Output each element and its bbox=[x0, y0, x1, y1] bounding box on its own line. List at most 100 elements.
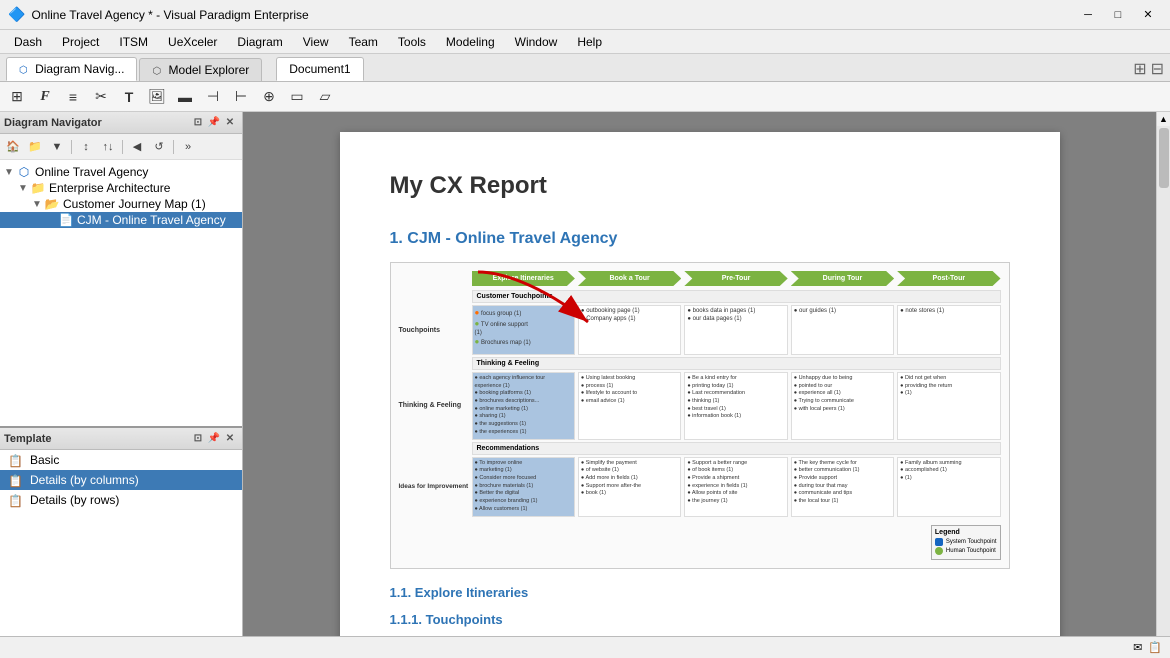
tree-cjm-folder[interactable]: ▼ 📂 Customer Journey Map (1) bbox=[0, 196, 242, 212]
toolbar-rect-btn[interactable]: ▭ bbox=[284, 86, 310, 108]
toolbar-plus-btn[interactable]: ⊕ bbox=[256, 86, 282, 108]
tp-cell-1: ● focus group (1) ● TV online support (1… bbox=[472, 305, 575, 355]
restore-button[interactable]: ⊡ bbox=[190, 115, 206, 131]
close-button[interactable]: ✕ bbox=[1134, 5, 1162, 25]
mail-icon[interactable]: ✉ bbox=[1133, 641, 1142, 654]
menu-dash[interactable]: Dash bbox=[4, 32, 52, 52]
toolbar-text-btn[interactable]: F bbox=[32, 86, 58, 108]
nav-down-btn[interactable]: ▼ bbox=[47, 138, 67, 156]
template-close-btn[interactable]: ✕ bbox=[222, 431, 238, 447]
template-rows-label: Details (by rows) bbox=[30, 493, 119, 507]
thinking-header: Thinking & Feeling bbox=[472, 357, 1001, 370]
th-cell-5: ● Did not get when ● providing the retur… bbox=[897, 372, 1000, 440]
main-layout: Diagram Navigator ⊡ 📌 ✕ 🏠 📁 ▼ ↕ ↑↓ ◀ ↺ » bbox=[0, 112, 1170, 658]
tree-l2-label: Customer Journey Map (1) bbox=[63, 197, 206, 211]
template-title: Template bbox=[4, 433, 190, 445]
toolbar-image-btn[interactable]: 🖼 bbox=[144, 86, 170, 108]
template-restore-btn[interactable]: ⊡ bbox=[190, 431, 206, 447]
menu-itsm[interactable]: ITSM bbox=[109, 32, 158, 52]
tp-cell-2: ● outbooking page (1) ● Company apps (1) bbox=[578, 305, 681, 355]
menu-modeling[interactable]: Modeling bbox=[436, 32, 505, 52]
left-panel: Diagram Navigator ⊡ 📌 ✕ 🏠 📁 ▼ ↕ ↑↓ ◀ ↺ » bbox=[0, 112, 243, 658]
toolbar-icon-grid[interactable]: ⊞ bbox=[1133, 59, 1146, 79]
toolbar-grid-btn[interactable]: ⊞ bbox=[4, 86, 30, 108]
tree-root[interactable]: ▼ ⬡ Online Travel Agency bbox=[0, 164, 242, 180]
legend-human-tp: Human Touchpoint bbox=[935, 547, 997, 555]
menu-tools[interactable]: Tools bbox=[388, 32, 436, 52]
document-scroll-area[interactable]: My CX Report 1. CJM - Online Travel Agen… bbox=[243, 112, 1156, 658]
document-page: My CX Report 1. CJM - Online Travel Agen… bbox=[340, 132, 1060, 658]
nav-home-btn[interactable]: 🏠 bbox=[3, 138, 23, 156]
toolbar-left-btn[interactable]: ⊣ bbox=[200, 86, 226, 108]
nav-back-btn[interactable]: ◀ bbox=[127, 138, 147, 156]
legend-green-icon bbox=[935, 547, 943, 555]
minimize-button[interactable]: ─ bbox=[1074, 5, 1102, 25]
tree-toggle-l3 bbox=[46, 215, 58, 226]
menu-window[interactable]: Window bbox=[505, 32, 568, 52]
diagram-icon-l3: 📄 bbox=[58, 213, 74, 227]
tree-toggle-l1[interactable]: ▼ bbox=[18, 183, 30, 194]
template-pin-btn[interactable]: 📌 bbox=[206, 431, 222, 447]
menu-diagram[interactable]: Diagram bbox=[227, 32, 292, 52]
toolbar-T-btn[interactable]: T bbox=[116, 86, 142, 108]
menu-uexceler[interactable]: UeXceler bbox=[158, 32, 227, 52]
toolbar-oval-btn[interactable]: ▱ bbox=[312, 86, 338, 108]
template-rows[interactable]: 📋 Details (by rows) bbox=[0, 490, 242, 510]
vertical-scrollbar[interactable]: ▲ ▼ bbox=[1156, 112, 1170, 658]
cjm-legend-area: Legend System Touchpoint Human Touchpoin… bbox=[399, 521, 1001, 560]
tp-cell-3: ● books data in pages (1) ● our data pag… bbox=[684, 305, 787, 355]
nav-refresh-btn[interactable]: ↺ bbox=[149, 138, 169, 156]
nav-new-btn[interactable]: 📁 bbox=[25, 138, 45, 156]
tp-cell-4: ● our guides (1) bbox=[791, 305, 894, 355]
tree-toggle-root[interactable]: ▼ bbox=[4, 167, 16, 178]
diagram-nav-toolbar: 🏠 📁 ▼ ↕ ↑↓ ◀ ↺ » bbox=[0, 134, 242, 160]
toolbar-right-btn[interactable]: ⊢ bbox=[228, 86, 254, 108]
nav-sort-btn[interactable]: ↕ bbox=[76, 138, 96, 156]
cjm-thinking-row: Thinking & Feeling ● each agency influen… bbox=[399, 372, 1001, 440]
cjm-touchpoints-header-row: Customer Touchpoints bbox=[399, 290, 1001, 303]
rows-icon: 📋 bbox=[8, 494, 24, 506]
id-cell-4: ● The key theme cycle for ● better commu… bbox=[791, 457, 894, 517]
main-toolbar: ⊞ F ≡ ✂ T 🖼 ▬ ⊣ ⊢ ⊕ ▭ ▱ bbox=[0, 82, 1170, 112]
template-panel: Template ⊡ 📌 ✕ 📋 Basic 📋 Details (by col… bbox=[0, 428, 242, 658]
section1-title: 1. CJM - Online Travel Agency bbox=[390, 230, 1010, 248]
menu-view[interactable]: View bbox=[293, 32, 339, 52]
columns-icon: 📋 bbox=[8, 474, 24, 486]
cjm-ideas-row: Ideas for Improvement ● To improve onlin… bbox=[399, 457, 1001, 517]
template-basic[interactable]: 📋 Basic bbox=[0, 450, 242, 470]
pin-button[interactable]: 📌 bbox=[206, 115, 222, 131]
cjm-thinking-header-row: Thinking & Feeling bbox=[399, 357, 1001, 370]
clipboard-icon[interactable]: 📋 bbox=[1148, 641, 1162, 654]
tab-document[interactable]: Document1 bbox=[276, 57, 363, 81]
scroll-thumb[interactable] bbox=[1159, 128, 1169, 188]
scroll-up-arrow[interactable]: ▲ bbox=[1157, 112, 1170, 126]
nav-expand-btn[interactable]: » bbox=[178, 138, 198, 156]
root-icon: ⬡ bbox=[16, 165, 32, 179]
toolbar-line-btn[interactable]: ▬ bbox=[172, 86, 198, 108]
close-panel-button[interactable]: ✕ bbox=[222, 115, 238, 131]
template-list: 📋 Basic 📋 Details (by columns) 📋 Details… bbox=[0, 450, 242, 658]
stage-empty-col bbox=[399, 271, 469, 286]
toolbar-cut-btn[interactable]: ✂ bbox=[88, 86, 114, 108]
tab-diagram-nav[interactable]: ⬡ Diagram Navig... bbox=[6, 57, 137, 81]
template-columns-label: Details (by columns) bbox=[30, 473, 139, 487]
menu-help[interactable]: Help bbox=[567, 32, 612, 52]
tree-cjm-item[interactable]: 📄 CJM - Online Travel Agency bbox=[0, 212, 242, 228]
scroll-track[interactable] bbox=[1157, 126, 1170, 644]
id-cell-3: ● Support a better range ● of book items… bbox=[684, 457, 787, 517]
toolbar-icon-panel[interactable]: ⊟ bbox=[1151, 59, 1164, 79]
menu-bar: Dash Project ITSM UeXceler Diagram View … bbox=[0, 30, 1170, 54]
nav-sort2-btn[interactable]: ↑↓ bbox=[98, 138, 118, 156]
menu-team[interactable]: Team bbox=[339, 32, 388, 52]
tab-model-explorer[interactable]: ⬡ Model Explorer bbox=[139, 58, 262, 81]
toolbar-lines-btn[interactable]: ≡ bbox=[60, 86, 86, 108]
tree-enterprise-arch[interactable]: ▼ 📁 Enterprise Architecture bbox=[0, 180, 242, 196]
app-icon: 🔷 bbox=[8, 6, 25, 23]
window-controls: ─ □ ✕ bbox=[1074, 5, 1162, 25]
tree-toggle-l2[interactable]: ▼ bbox=[32, 199, 44, 210]
maximize-button[interactable]: □ bbox=[1104, 5, 1132, 25]
template-columns[interactable]: 📋 Details (by columns) bbox=[0, 470, 242, 490]
menu-project[interactable]: Project bbox=[52, 32, 109, 52]
stage-post: Post-Tour bbox=[897, 271, 1000, 286]
cjm-touchpoints-row: Touchpoints ● focus group (1) ● TV onlin… bbox=[399, 305, 1001, 355]
